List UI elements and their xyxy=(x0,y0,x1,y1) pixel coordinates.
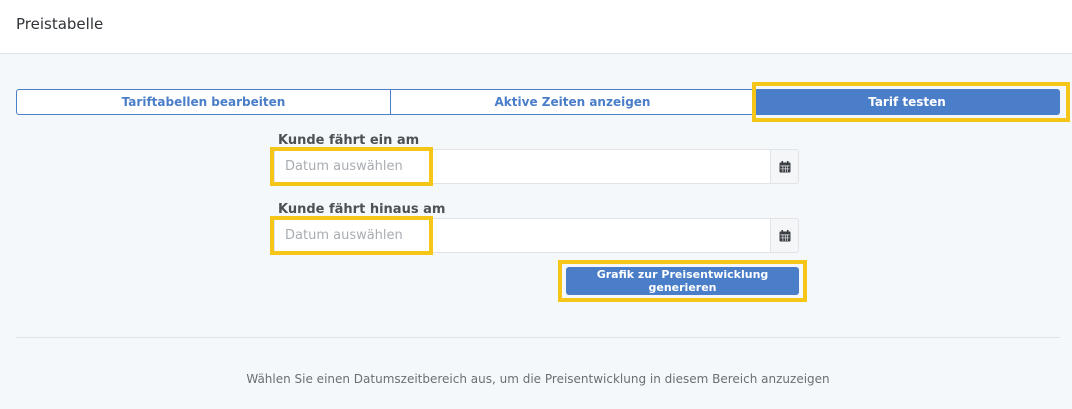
divider xyxy=(16,337,1060,338)
tab-tariff-tables[interactable]: Tariftabellen bearbeiten xyxy=(16,89,391,115)
tab-test-tariff[interactable]: Tarif testen xyxy=(755,89,1060,115)
page-title: Preistabelle xyxy=(16,15,104,33)
calendar-icon xyxy=(779,229,790,241)
generate-price-chart-button[interactable]: Grafik zur Preisentwicklung generieren xyxy=(566,267,799,295)
tab-active-times[interactable]: Aktive Zeiten anzeigen xyxy=(391,89,755,115)
checkin-label: Kunde fährt ein am xyxy=(278,133,420,148)
page-header: Preistabelle xyxy=(0,0,1072,54)
checkout-calendar-button[interactable] xyxy=(770,218,799,253)
checkin-date-group xyxy=(274,149,799,184)
checkout-date-group xyxy=(274,218,799,253)
tab-bar: Tariftabellen bearbeiten Aktive Zeiten a… xyxy=(16,89,1060,115)
info-text: Wählen Sie einen Datumszeitbereich aus, … xyxy=(246,372,830,386)
checkin-calendar-button[interactable] xyxy=(770,149,799,184)
checkout-label: Kunde fährt hinaus am xyxy=(278,202,446,217)
checkin-date-input[interactable] xyxy=(274,149,770,184)
checkout-date-input[interactable] xyxy=(274,218,770,253)
calendar-icon xyxy=(779,160,790,172)
